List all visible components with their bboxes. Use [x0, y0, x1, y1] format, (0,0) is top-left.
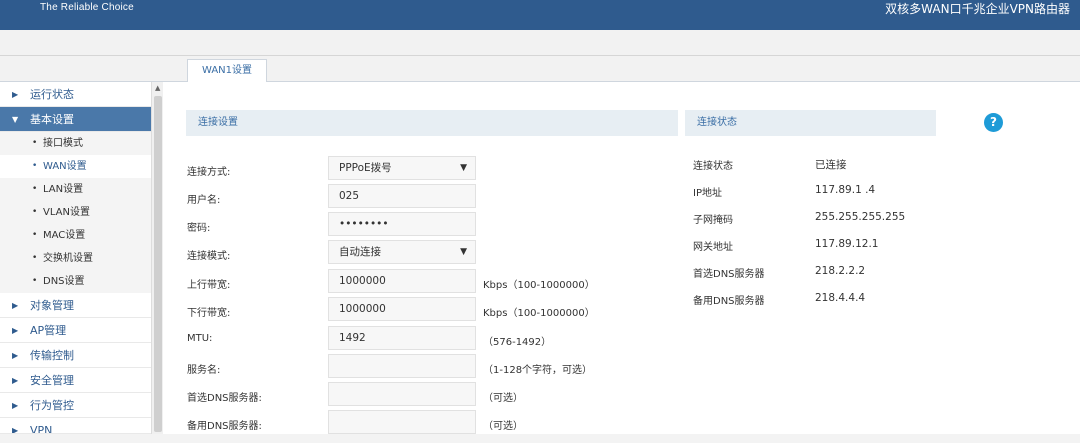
sidebar-scrollbar[interactable]: ▲ [151, 82, 163, 434]
sidebar-subitem-lan-settings[interactable]: • LAN设置 [0, 178, 151, 201]
connection-type-label: 连接方式: [187, 167, 231, 178]
chevron-right-icon: ▶ [12, 401, 19, 410]
chevron-right-icon: ▶ [12, 90, 19, 99]
upstream-bandwidth-hint: Kbps（100-1000000） [483, 280, 595, 291]
chevron-right-icon: ▶ [12, 351, 19, 360]
chevron-down-icon: ▼ [12, 115, 19, 124]
product-name: 双核多WAN口千兆企业VPN路由器 [885, 2, 1070, 16]
sidebar: ▶ 运行状态 ▼ 基本设置 • 接口模式 • WAN设置 • LAN设置 • V… [0, 82, 151, 434]
chevron-right-icon: ▶ [12, 301, 19, 310]
status-gateway-value: 117.89.12.1 [815, 238, 879, 250]
mtu-input[interactable]: 1492 [328, 326, 476, 350]
header-strip [0, 30, 1080, 56]
main-content: 连接设置 连接状态 ? 连接方式: PPPoE拨号 ▼ 用户名: 025 密码:… [163, 82, 1080, 434]
upstream-bandwidth-input[interactable]: 1000000 [328, 269, 476, 293]
username-input[interactable]: 025 [328, 184, 476, 208]
sidebar-item-vpn[interactable]: ▶ VPN [0, 418, 151, 434]
sidebar-item-security-management[interactable]: ▶ 安全管理 [0, 368, 151, 393]
tab-bar: WAN1设置 [0, 56, 1080, 83]
sidebar-item-run-status[interactable]: ▶ 运行状态 [0, 82, 151, 107]
status-ip-value: 117.89.1 .4 [815, 184, 876, 196]
status-gateway-label: 网关地址 [693, 242, 733, 253]
password-label: 密码: [187, 223, 211, 234]
downstream-bandwidth-label: 下行带宽: [187, 308, 231, 319]
scroll-up-icon[interactable]: ▲ [155, 85, 160, 92]
sidebar-subitem-interface-mode[interactable]: • 接口模式 [0, 132, 151, 155]
sidebar-subitem-switch-settings[interactable]: • 交换机设置 [0, 247, 151, 270]
service-name-input[interactable] [328, 354, 476, 378]
sidebar-item-object-management[interactable]: ▶ 对象管理 [0, 293, 151, 318]
sidebar-item-transport-control[interactable]: ▶ 传输控制 [0, 343, 151, 368]
sidebar-subitem-dns-settings[interactable]: • DNS设置 [0, 270, 151, 293]
chevron-right-icon: ▶ [12, 326, 19, 335]
username-label: 用户名: [187, 195, 221, 206]
brand-slogan: The Reliable Choice [40, 2, 134, 13]
connection-mode-select[interactable]: 自动连接 ▼ [328, 240, 476, 264]
primary-dns-hint: （可选） [483, 393, 523, 404]
secondary-dns-input[interactable] [328, 410, 476, 434]
connection-mode-label: 连接模式: [187, 251, 231, 262]
dropdown-arrow-icon: ▼ [460, 247, 467, 257]
status-subnet-value: 255.255.255.255 [815, 211, 906, 223]
sidebar-subitem-vlan-settings[interactable]: • VLAN设置 [0, 201, 151, 224]
secondary-dns-label: 备用DNS服务器: [187, 421, 262, 432]
dropdown-arrow-icon: ▼ [460, 163, 467, 173]
status-subnet-label: 子网掩码 [693, 215, 733, 226]
status-ip-label: IP地址 [693, 188, 722, 199]
submenu-basic-settings: • 接口模式 • WAN设置 • LAN设置 • VLAN设置 • MAC设置 … [0, 132, 151, 293]
service-name-hint: （1-128个字符，可选） [483, 365, 593, 376]
connection-status-header: 连接状态 [685, 110, 936, 136]
mtu-hint: （576-1492） [483, 337, 552, 348]
sidebar-item-ap-management[interactable]: ▶ AP管理 [0, 318, 151, 343]
status-primary-dns-value: 218.2.2.2 [815, 265, 866, 277]
top-banner: The Reliable Choice 双核多WAN口千兆企业VPN路由器 [0, 0, 1080, 30]
help-icon[interactable]: ? [984, 113, 1003, 132]
password-input[interactable]: •••••••• [328, 212, 476, 236]
status-connection-value: 已连接 [815, 159, 847, 171]
sidebar-item-basic-settings[interactable]: ▼ 基本设置 [0, 107, 151, 132]
connection-type-select[interactable]: PPPoE拨号 ▼ [328, 156, 476, 180]
sidebar-subitem-mac-settings[interactable]: • MAC设置 [0, 224, 151, 247]
upstream-bandwidth-label: 上行带宽: [187, 280, 231, 291]
primary-dns-input[interactable] [328, 382, 476, 406]
status-secondary-dns-value: 218.4.4.4 [815, 292, 866, 304]
secondary-dns-hint: （可选） [483, 421, 523, 432]
chevron-right-icon: ▶ [12, 376, 19, 385]
status-primary-dns-label: 首选DNS服务器 [693, 269, 765, 280]
service-name-label: 服务名: [187, 365, 221, 376]
downstream-bandwidth-hint: Kbps（100-1000000） [483, 308, 595, 319]
chevron-right-icon: ▶ [12, 426, 19, 434]
primary-dns-label: 首选DNS服务器: [187, 393, 262, 404]
sidebar-item-behavior-control[interactable]: ▶ 行为管控 [0, 393, 151, 418]
connection-settings-header: 连接设置 [186, 110, 678, 136]
downstream-bandwidth-input[interactable]: 1000000 [328, 297, 476, 321]
sidebar-subitem-wan-settings[interactable]: • WAN设置 [0, 155, 151, 178]
status-secondary-dns-label: 备用DNS服务器 [693, 296, 765, 307]
mtu-label: MTU: [187, 333, 213, 344]
tab-wan1-settings[interactable]: WAN1设置 [187, 59, 267, 83]
scrollbar-thumb[interactable] [154, 96, 162, 432]
status-connection-label: 连接状态 [693, 161, 733, 172]
